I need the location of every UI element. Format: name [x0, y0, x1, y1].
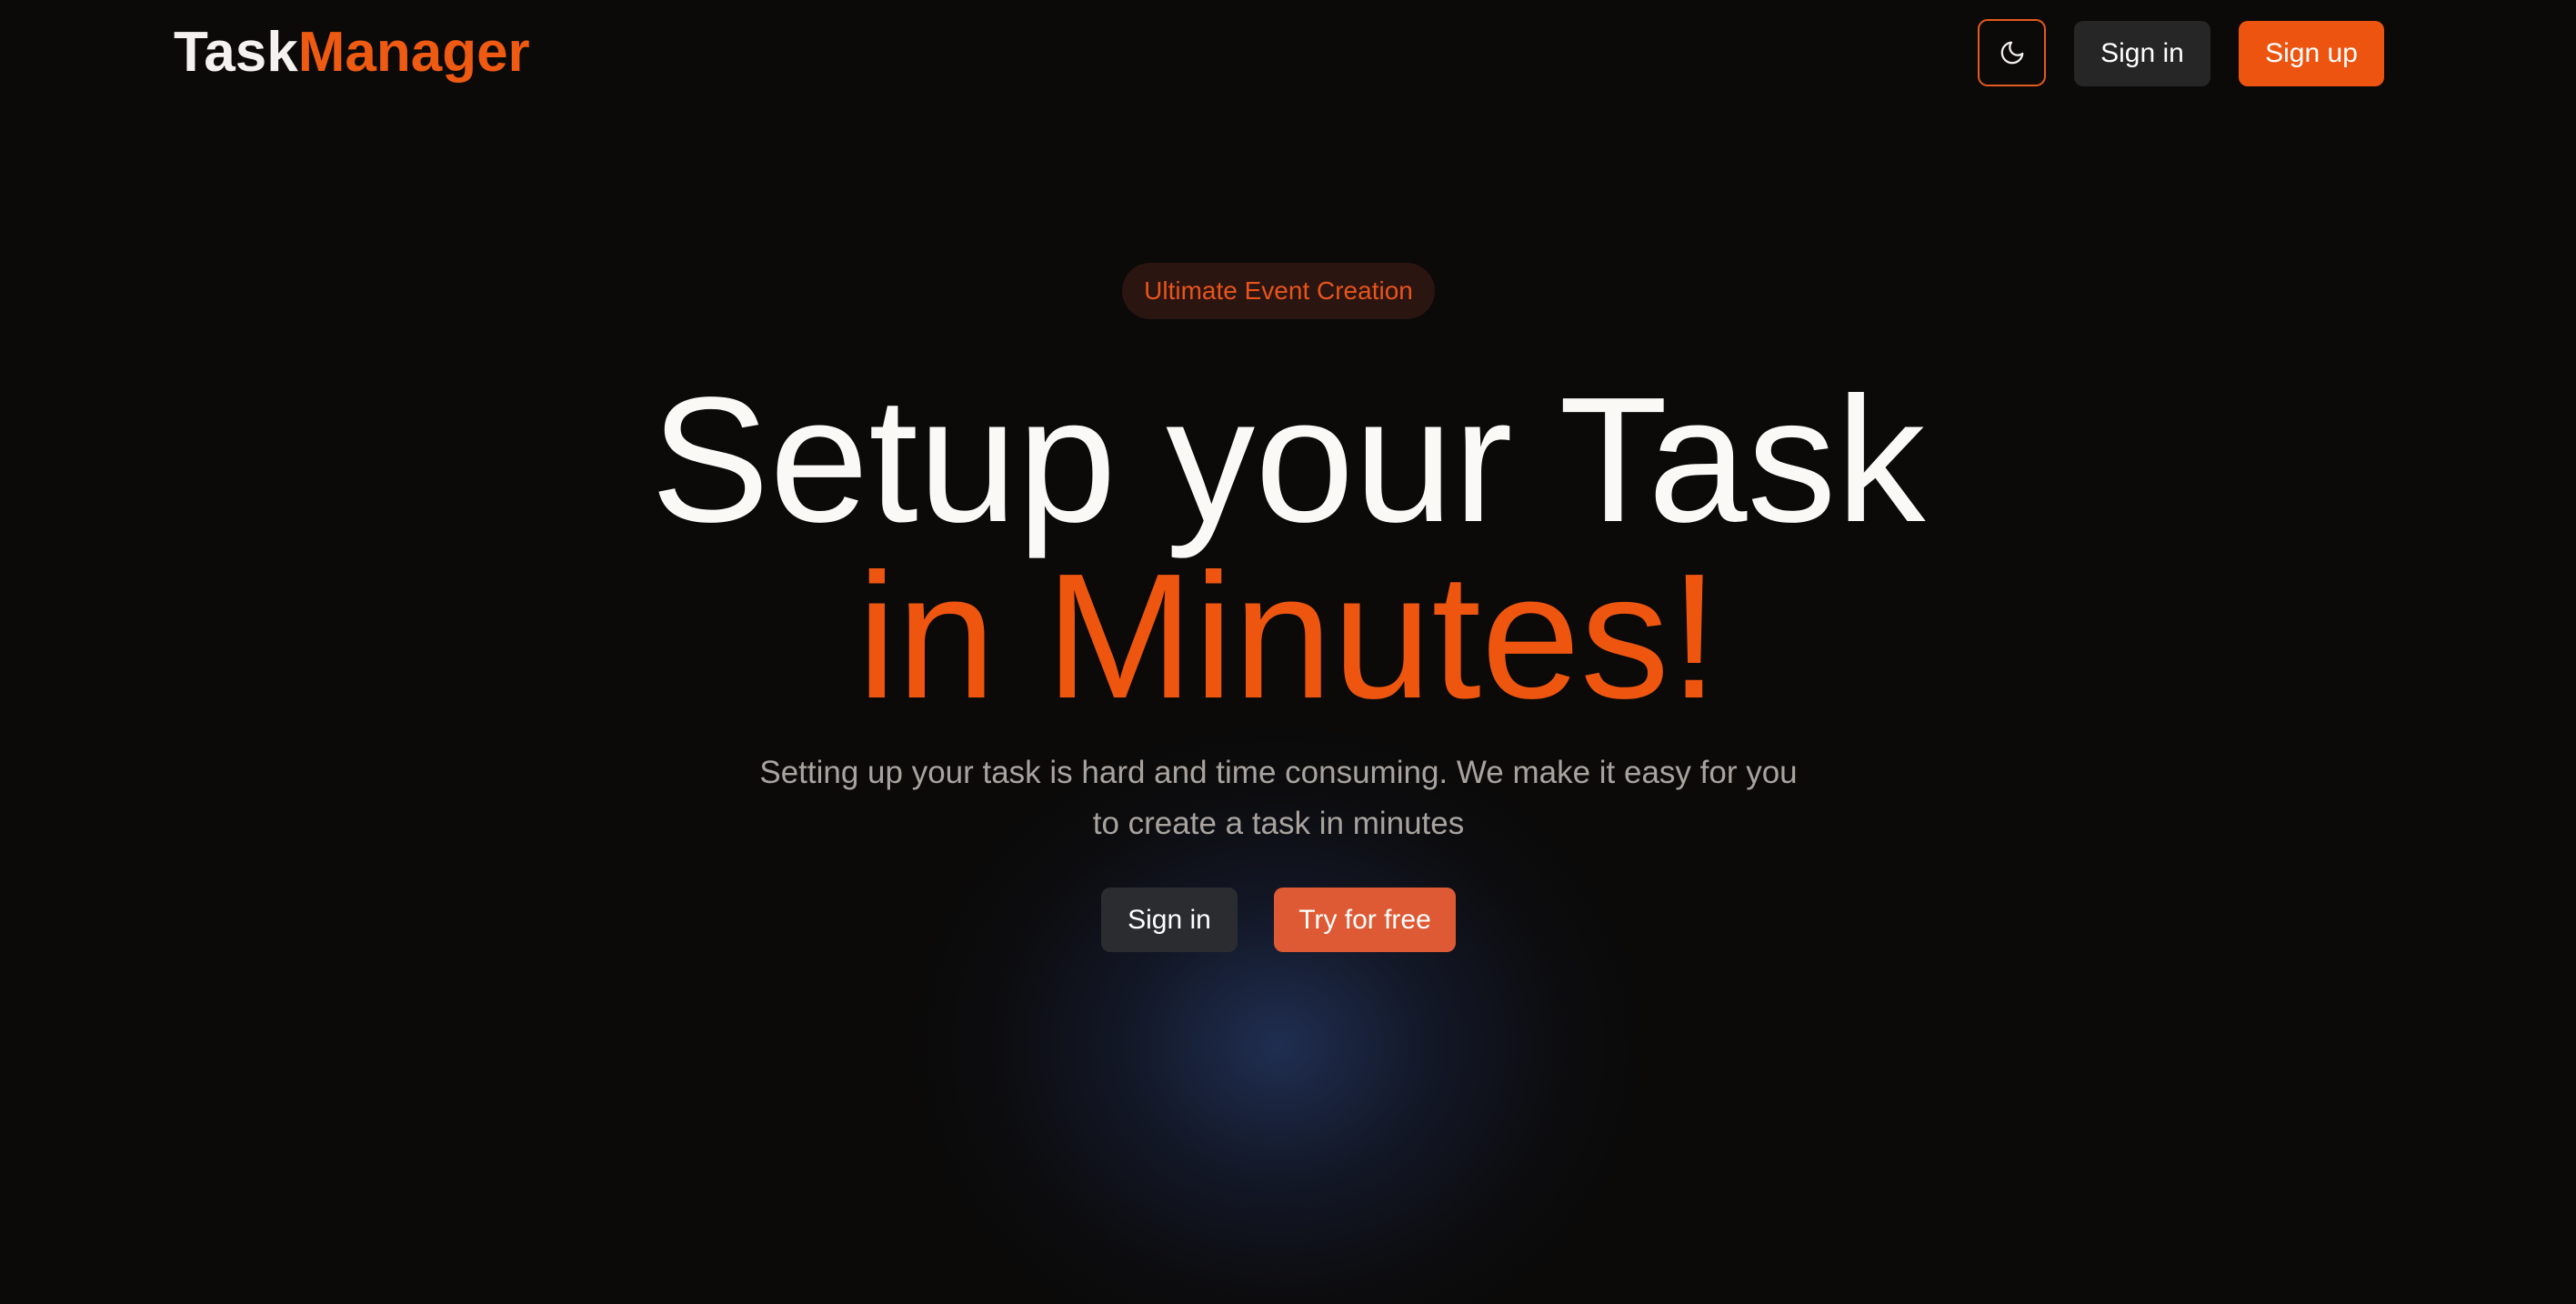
try-for-free-button[interactable]: Try for free [1274, 888, 1456, 952]
hero-headline-line2: in Minutes! [857, 537, 1719, 736]
hero-sign-in-button[interactable]: Sign in [1101, 888, 1238, 952]
brand-logo[interactable]: TaskManager [174, 22, 530, 84]
landing-page: TaskManager Sign in Sign up Ultimate Eve… [0, 0, 2576, 1304]
hero-headline-line1: Setup your Task [650, 360, 1926, 559]
hero-badge: Ultimate Event Creation [1122, 263, 1435, 319]
brand-name-part1: Task [174, 21, 298, 84]
hero-subtitle: Setting up your task is hard and time co… [759, 755, 1798, 841]
nav-sign-up-button[interactable]: Sign up [2239, 21, 2384, 86]
nav-sign-in-button[interactable]: Sign in [2074, 21, 2210, 86]
brand-name-part2: Manager [297, 21, 530, 84]
theme-toggle-button[interactable] [1978, 19, 2046, 86]
moon-icon [2000, 41, 2023, 65]
navbar: TaskManager Sign in Sign up [0, 0, 2576, 107]
